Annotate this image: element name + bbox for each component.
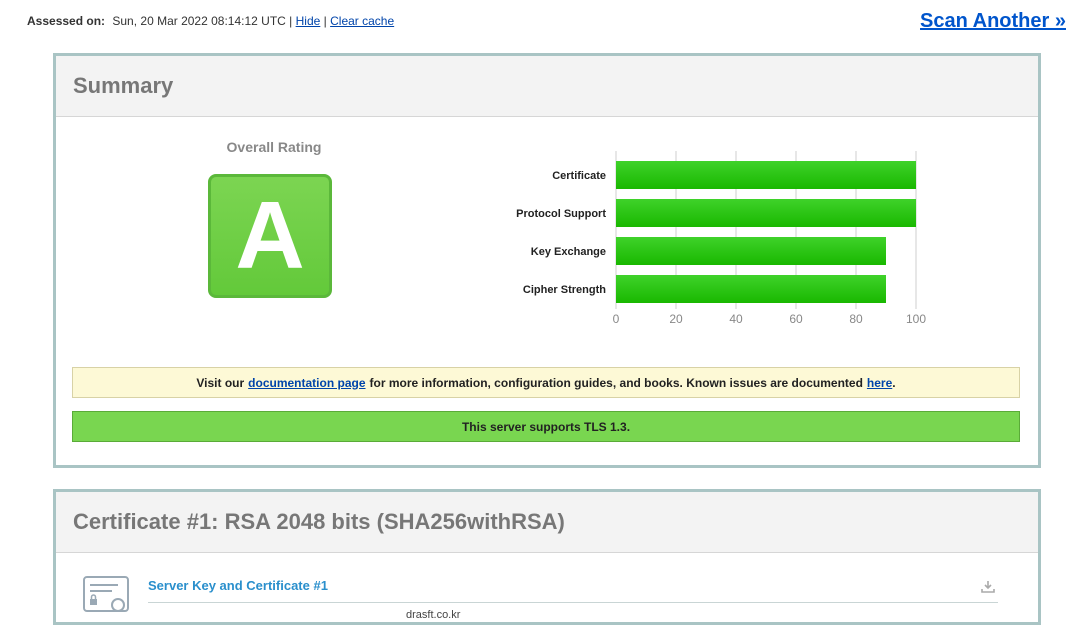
known-issues-here-link[interactable]: here — [867, 376, 892, 390]
category-label: Certificate — [552, 170, 606, 182]
hide-link[interactable]: Hide — [296, 14, 321, 28]
scan-another-link[interactable]: Scan Another » — [920, 10, 1066, 33]
grade-badge: A — [208, 174, 332, 298]
bar-certificate — [616, 161, 916, 189]
x-tick-label: 40 — [729, 312, 743, 326]
assessed-line: Assessed on: Sun, 20 Mar 2022 08:14:12 U… — [27, 14, 394, 28]
x-tick-label: 100 — [906, 312, 926, 326]
documentation-notice: Visit our documentation page for more in… — [72, 367, 1020, 398]
category-label: Protocol Support — [516, 208, 606, 220]
page-title-cutoff — [60, 0, 67, 9]
doc-note-suffix: . — [892, 375, 896, 390]
assessed-date: Sun, 20 Mar 2022 08:14:12 UTC — [112, 14, 286, 28]
certificate-title: Certificate #1: RSA 2048 bits (SHA256wit… — [56, 492, 1038, 553]
download-icon[interactable] — [981, 580, 995, 594]
x-tick-label: 0 — [613, 312, 620, 326]
certificate-icon — [83, 576, 129, 612]
summary-title: Summary — [56, 56, 1038, 117]
summary-panel: Summary Overall Rating A 0 20 40 60 80 100 Cer… — [53, 53, 1041, 468]
bar-cipher-strength — [616, 275, 886, 303]
x-tick-label: 20 — [669, 312, 683, 326]
assessed-label: Assessed on: — [27, 14, 106, 28]
overall-rating-label: Overall Rating — [226, 139, 322, 155]
separator: | — [323, 14, 327, 28]
page-title-fragment — [60, 0, 67, 8]
certificate-body: Server Key and Certificate #1 drasft.co.… — [56, 553, 1038, 633]
rating-chart: 0 20 40 60 80 100 Certificate Protocol Support K… — [496, 151, 936, 341]
doc-note-middle: for more information, configuration guid… — [369, 375, 863, 390]
rating-chart-svg: 0 20 40 60 80 100 Certificate Protocol Support K… — [516, 151, 926, 326]
x-tick-label: 60 — [789, 312, 803, 326]
section-divider — [148, 602, 998, 603]
doc-note-prefix: Visit our — [196, 375, 245, 390]
bar-key-exchange — [616, 237, 886, 265]
documentation-page-link[interactable]: documentation page — [248, 376, 365, 390]
server-key-cert-heading[interactable]: Server Key and Certificate #1 — [148, 578, 328, 593]
summary-body: Overall Rating A 0 20 40 60 80 100 Certificate… — [56, 117, 1038, 465]
category-label: Key Exchange — [531, 246, 606, 258]
certificate-panel: Certificate #1: RSA 2048 bits (SHA256wit… — [53, 489, 1041, 625]
separator: | — [289, 14, 293, 28]
bar-protocol-support — [616, 199, 916, 227]
clear-cache-link[interactable]: Clear cache — [330, 14, 394, 28]
tls13-notice: This server supports TLS 1.3. — [72, 411, 1020, 442]
x-tick-label: 80 — [849, 312, 863, 326]
category-label: Cipher Strength — [523, 284, 606, 296]
common-name-value: drasft.co.kr — [406, 609, 461, 621]
